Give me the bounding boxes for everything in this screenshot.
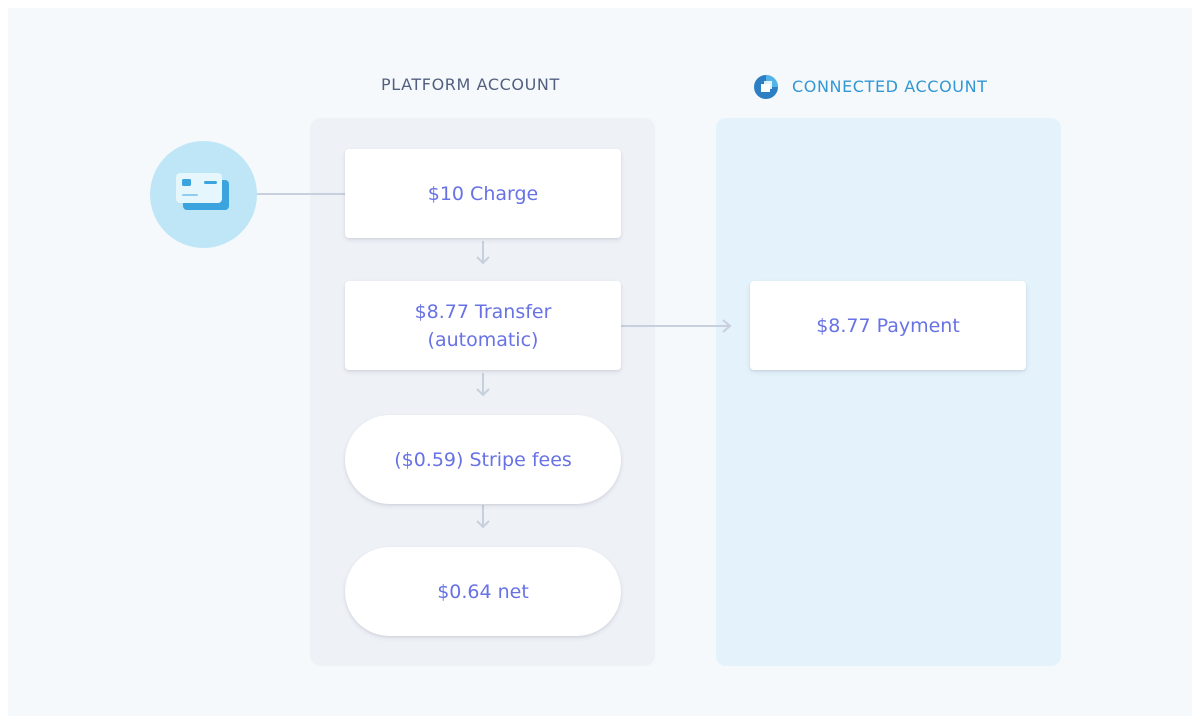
payment-label: $8.77 Payment <box>816 314 960 337</box>
charge-node: $10 Charge <box>345 149 621 238</box>
connected-account-panel <box>716 118 1061 666</box>
connected-account-header: CONNECTED ACCOUNT <box>754 75 988 99</box>
transfer-label-line2: (automatic) <box>427 328 539 351</box>
credit-card-icon <box>176 173 229 210</box>
charge-label: $10 Charge <box>427 182 539 205</box>
net-label: $0.64 net <box>437 580 529 603</box>
stripe-fees-node: ($0.59) Stripe fees <box>345 415 621 504</box>
platform-account-header: PLATFORM ACCOUNT <box>381 75 560 94</box>
transfer-label-line1: $8.77 Transfer <box>414 300 552 323</box>
connected-account-header-label: CONNECTED ACCOUNT <box>792 77 988 96</box>
stripe-fees-label: ($0.59) Stripe fees <box>394 448 572 471</box>
connected-account-logo-icon <box>754 75 778 99</box>
transfer-node: $8.77 Transfer (automatic) <box>345 281 621 370</box>
card-payment-source <box>150 141 257 248</box>
transfer-label: $8.77 Transfer (automatic) <box>415 298 552 354</box>
net-node: $0.64 net <box>345 547 621 636</box>
payment-node: $8.77 Payment <box>750 281 1026 370</box>
